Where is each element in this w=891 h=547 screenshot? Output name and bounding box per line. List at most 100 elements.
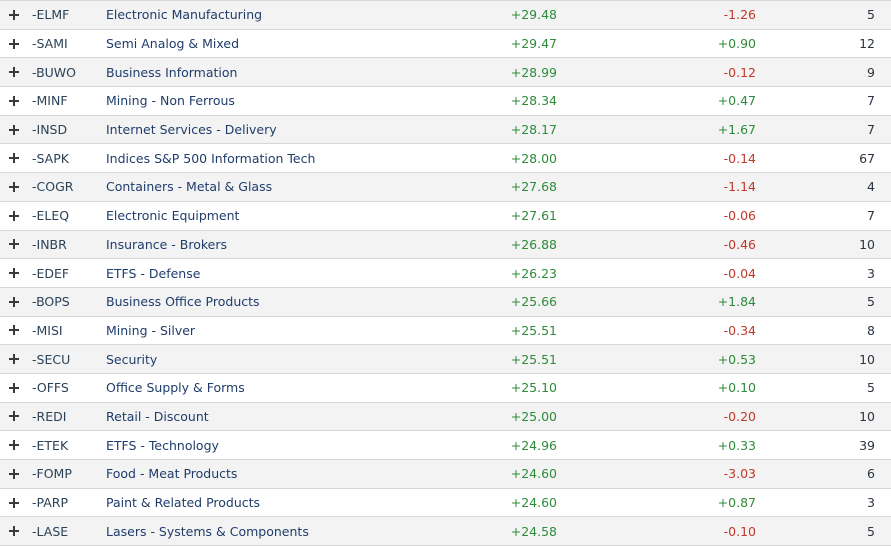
table-row[interactable]: -PARP Paint & Related Products +24.60 +0.87… [0, 488, 891, 518]
industry-groups-table: -ELMF Electronic Manufacturing +29.48 -1.26… [0, 0, 891, 547]
plus-icon [9, 268, 19, 279]
group-name-link[interactable]: Indices S&P 500 Information Tech [106, 144, 315, 172]
group-name-link[interactable]: Business Information [106, 58, 237, 86]
table-row[interactable]: -EDEF ETFS - Defense +26.23 -0.04 3 [0, 259, 891, 288]
daily-change: +0.90 [717, 36, 756, 52]
ytd-performance: +24.58 [510, 523, 557, 539]
group-name-link[interactable]: Mining - Non Ferrous [106, 87, 235, 115]
table-row[interactable]: -SECU Security +25.51 +0.53 10 [0, 345, 891, 374]
stock-count: 3 [867, 265, 875, 281]
table-row[interactable]: -FOMP Food - Meat Products +24.60 -3.03 6 [0, 460, 891, 489]
table-row[interactable]: -BUWO Business Information +28.99 -0.12 9 [0, 58, 891, 88]
stock-count: 6 [867, 466, 875, 482]
group-name-link[interactable]: Food - Meat Products [106, 460, 237, 488]
expand-row-button[interactable] [8, 431, 20, 459]
table-row[interactable]: -SAPK Indices S&P 500 Information Tech +28… [0, 144, 891, 174]
plus-icon [9, 210, 19, 221]
group-name-link[interactable]: Mining - Silver [106, 317, 195, 345]
expand-row-button[interactable] [8, 345, 20, 373]
expand-row-button[interactable] [8, 259, 20, 287]
expand-row-button[interactable] [8, 374, 20, 402]
daily-change: -0.20 [723, 408, 756, 424]
expand-row-button[interactable] [8, 87, 20, 115]
ytd-performance: +26.88 [510, 236, 557, 252]
group-symbol: -REDI [32, 408, 67, 424]
table-row[interactable]: -ELEQ Electronic Equipment +27.61 -0.06 7 [0, 201, 891, 231]
table-row[interactable]: -ETEK ETFS - Technology +24.96 +0.33 39 [0, 431, 891, 460]
group-name-link[interactable]: Office Supply & Forms [106, 374, 245, 402]
expand-row-button[interactable] [8, 30, 20, 58]
daily-change: -3.03 [723, 466, 756, 482]
group-name-link[interactable]: Insurance - Brokers [106, 231, 227, 259]
group-name-link[interactable]: Electronic Equipment [106, 202, 239, 230]
expand-row-button[interactable] [8, 317, 20, 345]
ytd-performance: +25.51 [510, 351, 557, 367]
expand-row-button[interactable] [8, 144, 20, 172]
expand-row-button[interactable] [8, 202, 20, 230]
table-row[interactable]: -REDI Retail - Discount +25.00 -0.20 10 [0, 402, 891, 432]
group-symbol: -OFFS [32, 380, 69, 396]
stock-count: 5 [867, 523, 875, 539]
group-name-link[interactable]: Business Office Products [106, 288, 260, 316]
daily-change: -0.10 [723, 523, 756, 539]
table-row[interactable]: -LASE Lasers - Systems & Components +24.58… [0, 517, 891, 547]
group-symbol: -INBR [32, 236, 67, 252]
expand-row-button[interactable] [8, 173, 20, 201]
table-row[interactable]: -INSD Internet Services - Delivery +28.17 +… [0, 115, 891, 145]
plus-icon [9, 9, 19, 20]
daily-change: -0.12 [723, 64, 756, 80]
stock-count: 12 [859, 36, 875, 52]
group-symbol: -INSD [32, 122, 68, 138]
stock-count: 7 [867, 122, 875, 138]
group-name-link[interactable]: Semi Analog & Mixed [106, 30, 239, 58]
group-name-link[interactable]: Containers - Metal & Glass [106, 173, 272, 201]
group-name-link[interactable]: Security [106, 345, 157, 373]
daily-change: -0.46 [723, 236, 756, 252]
expand-row-button[interactable] [8, 1, 20, 29]
expand-row-button[interactable] [8, 403, 20, 431]
expand-row-button[interactable] [8, 116, 20, 144]
daily-change: +0.33 [717, 437, 756, 453]
plus-icon [9, 124, 19, 135]
group-symbol: -BUWO [32, 64, 76, 80]
group-name-link[interactable]: Paint & Related Products [106, 489, 260, 517]
group-name-link[interactable]: Electronic Manufacturing [106, 1, 262, 29]
daily-change: -0.34 [723, 322, 756, 338]
group-symbol: -MINF [32, 93, 68, 109]
expand-row-button[interactable] [8, 489, 20, 517]
table-row[interactable]: -MINF Mining - Non Ferrous +28.34 +0.47 7 [0, 87, 891, 116]
ytd-performance: +24.60 [510, 466, 557, 482]
stock-count: 7 [867, 208, 875, 224]
table-row[interactable]: -COGR Containers - Metal & Glass +27.68 -1.… [0, 173, 891, 202]
expand-row-button[interactable] [8, 231, 20, 259]
expand-row-button[interactable] [8, 288, 20, 316]
daily-change: -0.04 [723, 265, 756, 281]
plus-icon [9, 181, 19, 192]
table-row[interactable]: -MISI Mining - Silver +25.51 -0.34 8 [0, 316, 891, 346]
group-name-link[interactable]: ETFS - Defense [106, 259, 200, 287]
group-symbol: -MISI [32, 322, 63, 338]
stock-count: 3 [867, 495, 875, 511]
expand-row-button[interactable] [8, 58, 20, 86]
group-name-link[interactable]: Retail - Discount [106, 403, 209, 431]
expand-row-button[interactable] [8, 460, 20, 488]
table-row[interactable]: -OFFS Office Supply & Forms +25.10 +0.10 5 [0, 373, 891, 403]
group-symbol: -EDEF [32, 265, 70, 281]
plus-icon [9, 440, 19, 451]
group-name-link[interactable]: Lasers - Systems & Components [106, 517, 309, 545]
group-name-link[interactable]: Internet Services - Delivery [106, 116, 277, 144]
group-symbol: -SAMI [32, 36, 68, 52]
table-row[interactable]: -BOPS Business Office Products +25.66 +1.84… [0, 287, 891, 317]
expand-row-button[interactable] [8, 517, 20, 545]
group-name-link[interactable]: ETFS - Technology [106, 431, 219, 459]
table-row[interactable]: -INBR Insurance - Brokers +26.88 -0.46 10 [0, 230, 891, 260]
plus-icon [9, 468, 19, 479]
ytd-performance: +25.10 [510, 380, 557, 396]
daily-change: +0.10 [717, 380, 756, 396]
table-row[interactable]: -ELMF Electronic Manufacturing +29.48 -1.26… [0, 1, 891, 30]
ytd-performance: +26.23 [510, 265, 557, 281]
stock-count: 5 [867, 7, 875, 23]
table-row[interactable]: -SAMI Semi Analog & Mixed +29.47 +0.90 12 [0, 29, 891, 59]
ytd-performance: +24.96 [510, 437, 557, 453]
stock-count: 5 [867, 294, 875, 310]
